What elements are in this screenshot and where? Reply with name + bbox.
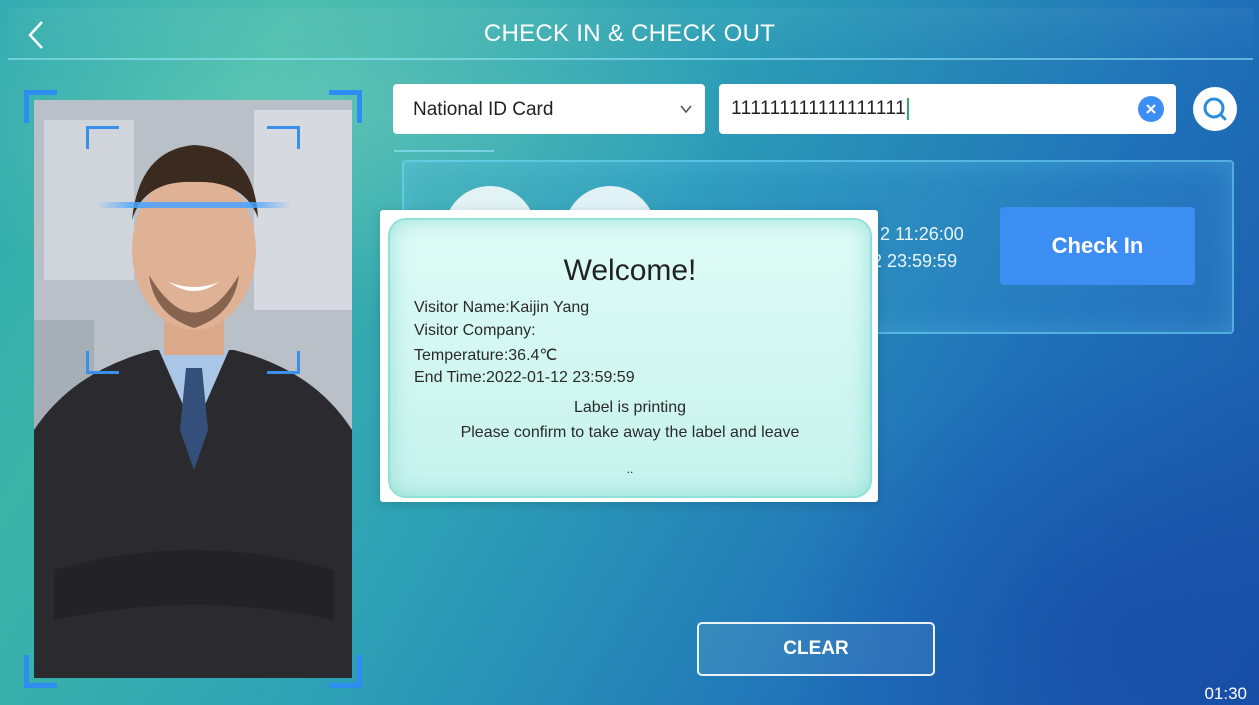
clear-input-button[interactable] <box>1138 96 1164 122</box>
search-button[interactable] <box>1193 87 1237 131</box>
header: CHECK IN & CHECK OUT <box>0 0 1259 70</box>
face-frame-corner <box>267 351 300 374</box>
temperature: Temperature:36.4℃ <box>414 347 558 364</box>
id-type-value: National ID Card <box>413 99 554 120</box>
check-in-button[interactable]: Check In <box>1000 207 1195 285</box>
face-frame-corner <box>86 126 119 149</box>
end-time: End Time:2022-01-12 23:59:59 <box>414 369 635 386</box>
close-icon <box>1146 104 1156 114</box>
id-number-input[interactable]: 111111111111111111 <box>719 84 1176 134</box>
loading-dots: .. <box>626 462 634 476</box>
printing-status: Label is printing <box>573 399 687 416</box>
search-icon <box>1203 97 1227 121</box>
countdown-timer: 01:30 <box>1204 684 1247 703</box>
visitor-name: Visitor Name:Kaijin Yang <box>414 299 590 316</box>
id-number-text: 111111111111111111 <box>731 98 910 120</box>
text-caret <box>907 98 910 120</box>
welcome-dialog-panel: Welcome! Visitor Name:Kaijin Yang Visito… <box>388 218 872 498</box>
dialog-title: Welcome! <box>563 254 697 287</box>
instruction-text: Please confirm to take away the label an… <box>460 424 800 441</box>
face-frame-corner <box>267 126 300 149</box>
start-time-text: 2 11:26:00 <box>880 224 964 244</box>
welcome-dialog: Welcome! Visitor Name:Kaijin Yang Visito… <box>380 210 878 502</box>
end-time-text: 2 23:59:59 <box>872 251 958 271</box>
scan-line <box>96 202 292 208</box>
chevron-down-icon <box>680 105 692 114</box>
visitor-company: Visitor Company: <box>414 322 536 339</box>
face-frame-corner <box>86 351 119 374</box>
face-detect-frame <box>86 126 300 374</box>
id-number-value: 111111111111111111 <box>731 98 907 120</box>
page-title: CHECK IN & CHECK OUT <box>483 20 776 47</box>
id-type-select[interactable]: National ID Card <box>393 84 705 134</box>
clear-button[interactable]: CLEAR <box>697 622 935 676</box>
